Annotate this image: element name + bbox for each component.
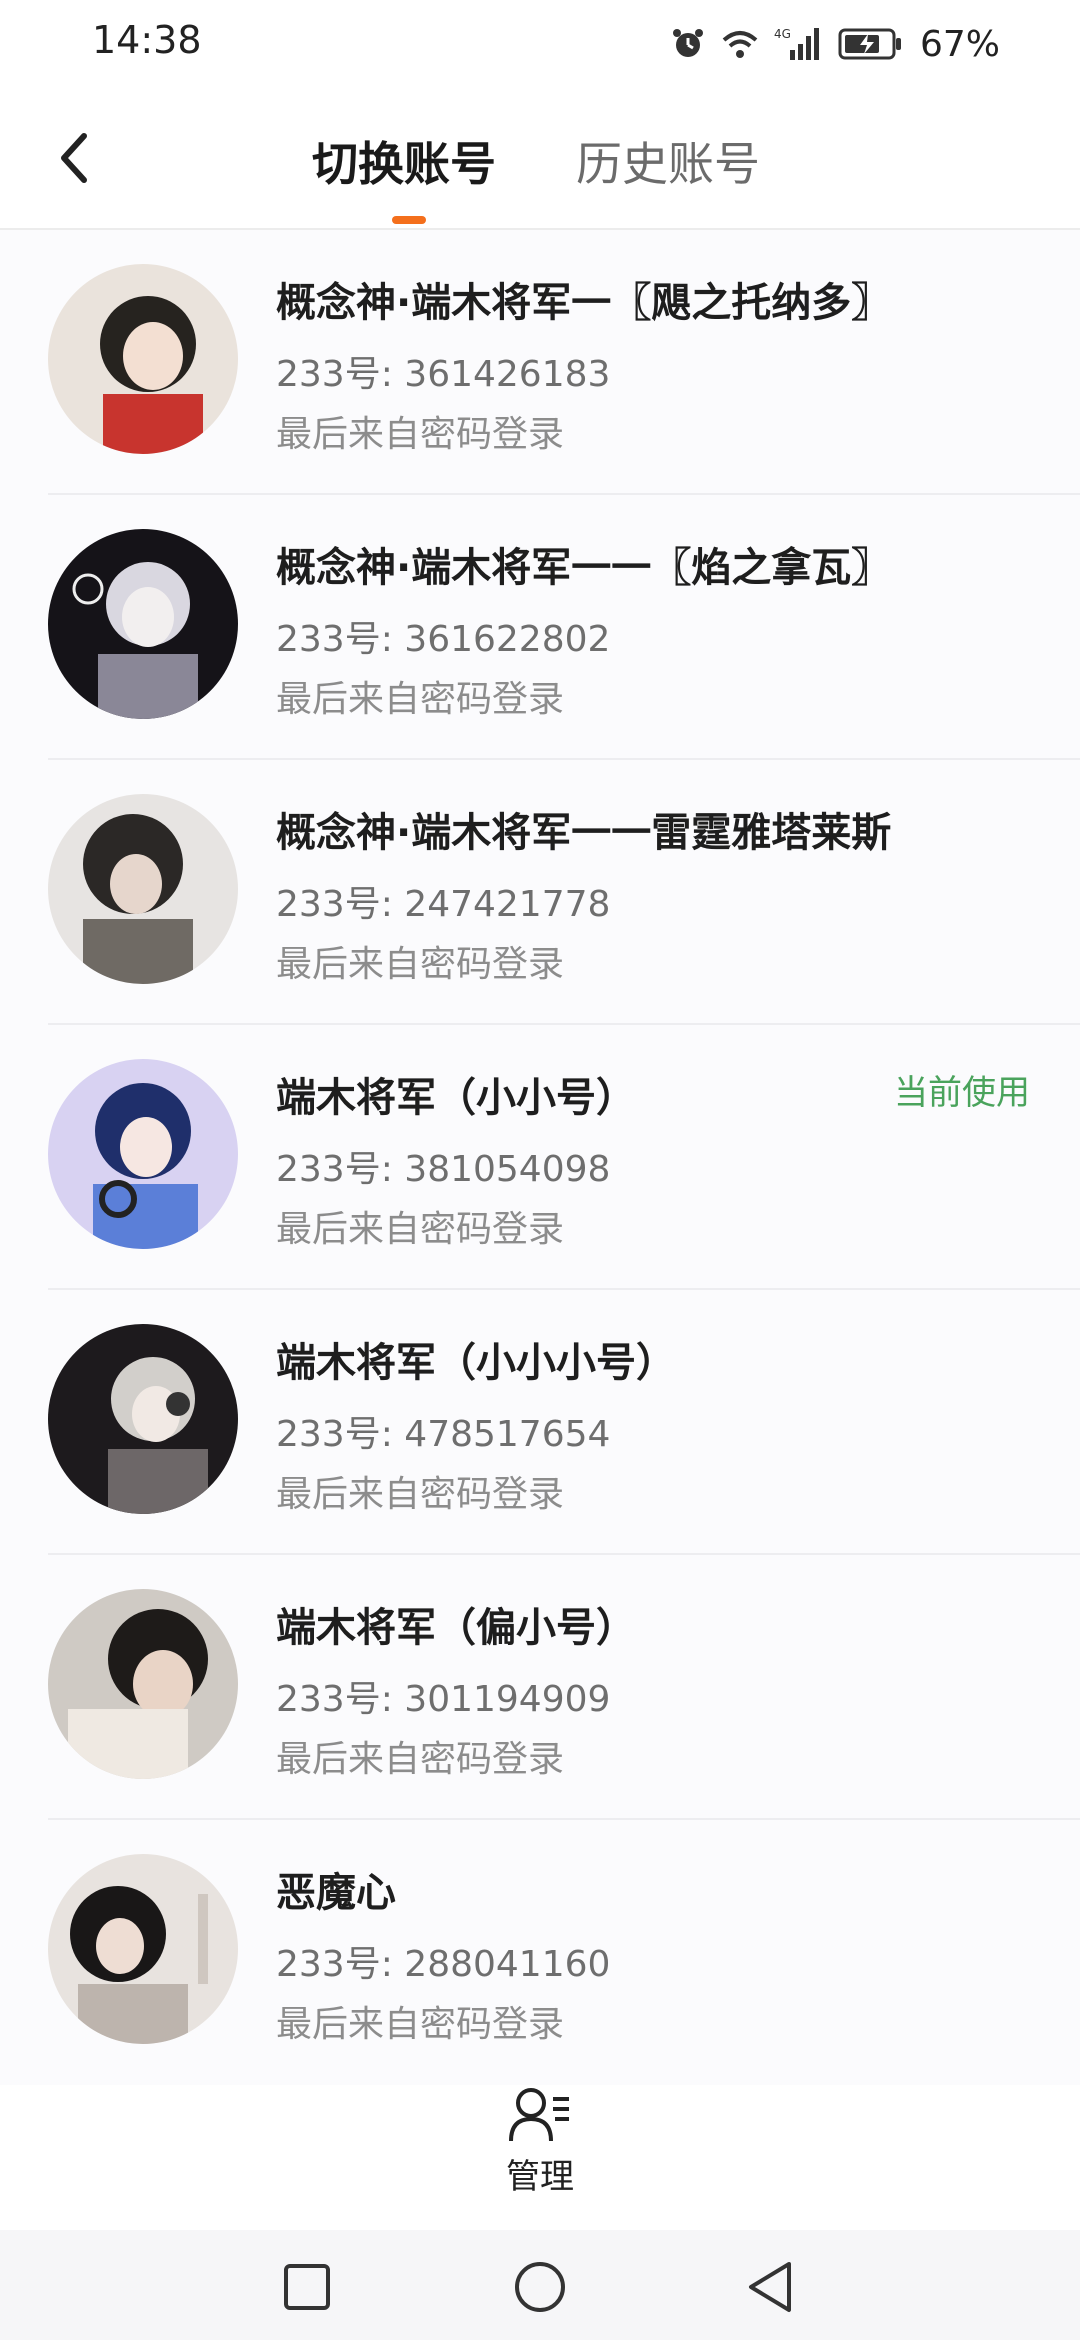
account-login-method: 最后来自密码登录 bbox=[276, 1739, 565, 1780]
wifi-icon bbox=[720, 26, 760, 62]
avatar bbox=[48, 529, 238, 719]
account-login-method: 最后来自密码登录 bbox=[276, 1474, 565, 1515]
home-button[interactable] bbox=[505, 2252, 575, 2322]
alarm-icon bbox=[670, 26, 706, 62]
account-login-method: 最后来自密码登录 bbox=[276, 944, 565, 985]
account-row[interactable]: 概念神·端木将军一一雷霆雅塔莱斯 233号: 247421778 最后来自密码登… bbox=[0, 760, 1080, 1025]
account-list: 概念神·端木将军一〖飓之托纳多〗 233号: 361426183 最后来自密码登… bbox=[0, 230, 1080, 2085]
account-id: 233号: 288041160 bbox=[276, 1944, 611, 1985]
avatar bbox=[48, 1059, 238, 1249]
account-id: 233号: 301194909 bbox=[276, 1679, 611, 1720]
back-arrow-icon bbox=[61, 133, 87, 183]
account-name: 恶魔心 bbox=[276, 1870, 396, 1916]
recents-square-icon bbox=[284, 2264, 330, 2310]
header: 切换账号 历史账号 bbox=[0, 90, 1080, 230]
manage-button[interactable]: 管理 bbox=[480, 2085, 600, 2197]
tab-switch-account[interactable]: 切换账号 bbox=[312, 128, 496, 194]
network-label: 4G bbox=[774, 27, 791, 41]
back-triangle-icon bbox=[749, 2262, 791, 2312]
current-in-use-badge: 当前使用 bbox=[894, 1073, 1030, 1113]
account-row[interactable]: 恶魔心 233号: 288041160 最后来自密码登录 bbox=[0, 1820, 1080, 2085]
status-bar: 14:38 4G 67% bbox=[0, 0, 1080, 90]
avatar bbox=[48, 264, 238, 454]
account-row[interactable]: 概念神·端木将军一〖飓之托纳多〗 233号: 361426183 最后来自密码登… bbox=[0, 230, 1080, 495]
account-login-method: 最后来自密码登录 bbox=[276, 1209, 565, 1250]
account-name: 端木将军（偏小号） bbox=[276, 1605, 636, 1651]
status-time: 14:38 bbox=[92, 18, 202, 62]
signal-icon: 4G bbox=[774, 26, 824, 62]
account-row[interactable]: 概念神·端木将军一一〖焰之拿瓦〗 233号: 361622802 最后来自密码登… bbox=[0, 495, 1080, 760]
account-row[interactable]: 端木将军（偏小号） 233号: 301194909 最后来自密码登录 bbox=[0, 1555, 1080, 1820]
account-name: 概念神·端木将军一一〖焰之拿瓦〗 bbox=[276, 545, 892, 591]
tab-history-account[interactable]: 历史账号 bbox=[576, 128, 760, 194]
account-id: 233号: 381054098 bbox=[276, 1149, 611, 1190]
status-icons: 4G 67% bbox=[670, 20, 1000, 68]
account-id: 233号: 361622802 bbox=[276, 619, 611, 660]
battery-percent: 67% bbox=[919, 23, 1000, 65]
recents-button[interactable] bbox=[272, 2252, 342, 2322]
avatar bbox=[48, 1854, 238, 2044]
account-id: 233号: 247421778 bbox=[276, 884, 611, 925]
account-row-current[interactable]: 端木将军（小小号） 当前使用 233号: 381054098 最后来自密码登录 bbox=[0, 1025, 1080, 1290]
account-row[interactable]: 端木将军（小小小号） 233号: 478517654 最后来自密码登录 bbox=[0, 1290, 1080, 1555]
battery-icon bbox=[838, 26, 902, 62]
account-id: 233号: 361426183 bbox=[276, 354, 611, 395]
manage-label: 管理 bbox=[506, 2157, 574, 2197]
account-name: 端木将军（小小号） bbox=[276, 1075, 636, 1121]
avatar bbox=[48, 794, 238, 984]
account-name: 概念神·端木将军一〖飓之托纳多〗 bbox=[276, 280, 892, 326]
account-login-method: 最后来自密码登录 bbox=[276, 414, 565, 455]
tab-indicator bbox=[392, 216, 426, 224]
account-name: 概念神·端木将军一一雷霆雅塔莱斯 bbox=[276, 810, 892, 856]
account-id: 233号: 478517654 bbox=[276, 1414, 611, 1455]
account-name: 端木将军（小小小号） bbox=[276, 1340, 676, 1386]
home-circle-icon bbox=[515, 2262, 565, 2312]
manage-users-icon bbox=[509, 2088, 569, 2142]
account-login-method: 最后来自密码登录 bbox=[276, 2004, 565, 2045]
back-button[interactable] bbox=[44, 122, 104, 194]
avatar bbox=[48, 1324, 238, 1514]
system-back-button[interactable] bbox=[735, 2252, 805, 2322]
account-login-method: 最后来自密码登录 bbox=[276, 679, 565, 720]
avatar bbox=[48, 1589, 238, 1779]
system-nav-bar bbox=[0, 2230, 1080, 2340]
